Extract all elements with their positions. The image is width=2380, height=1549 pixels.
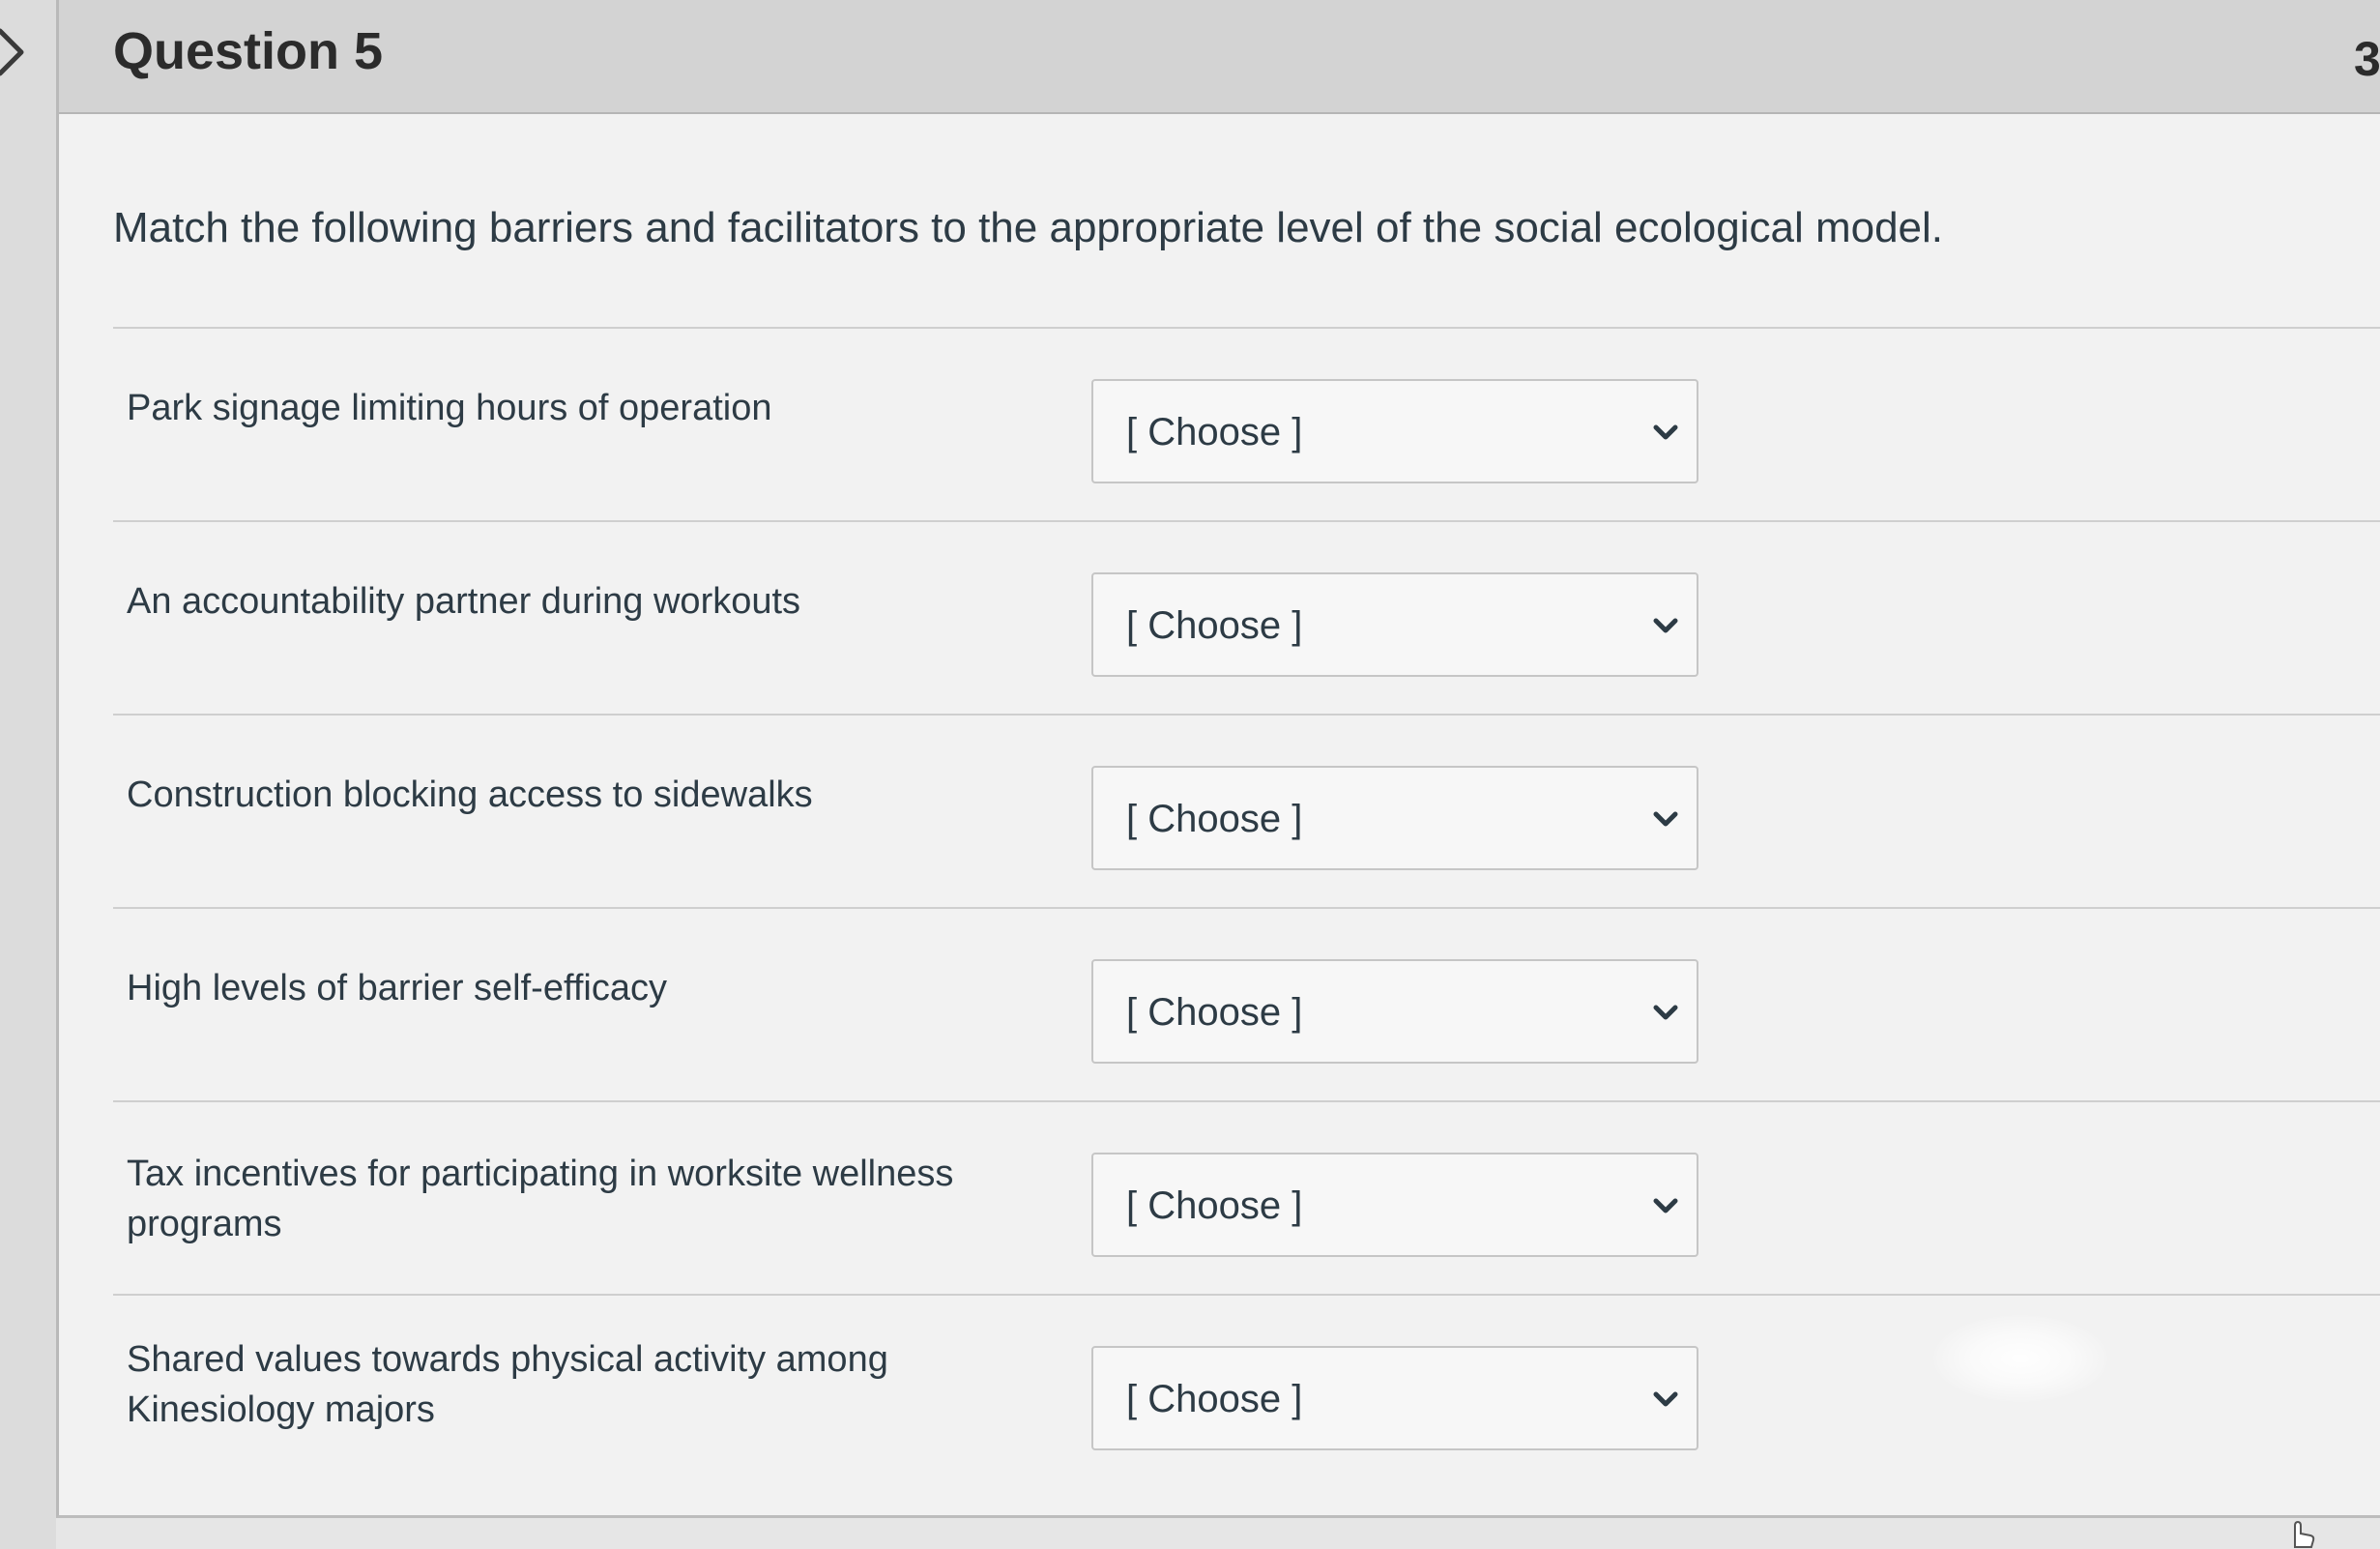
chevron-down-icon xyxy=(1653,811,1678,827)
select-value: [ Choose ] xyxy=(1126,604,1303,647)
answer-select[interactable]: [ Choose ] xyxy=(1091,379,1698,483)
answer-row: An accountability partner during workout… xyxy=(113,522,2380,716)
answer-row: Park signage limiting hours of operation… xyxy=(113,329,2380,522)
chevron-down-icon xyxy=(1653,1198,1678,1213)
select-value: [ Choose ] xyxy=(1126,411,1303,453)
question-points: 3 xyxy=(2354,32,2380,86)
answer-label: Shared values towards physical activity … xyxy=(127,1339,888,1430)
answer-row: Construction blocking access to sidewalk… xyxy=(113,716,2380,909)
hand-pointer-icon xyxy=(2294,1520,2315,1548)
answer-select[interactable]: [ Choose ] xyxy=(1091,572,1698,677)
answer-select[interactable]: [ Choose ] xyxy=(1091,1346,1698,1450)
chevron-down-icon xyxy=(1653,618,1678,633)
answer-row: Tax incentives for participating in work… xyxy=(113,1102,2380,1296)
answer-select[interactable]: [ Choose ] xyxy=(1091,766,1698,870)
chevron-down-icon xyxy=(1653,1005,1678,1020)
answer-label: Tax incentives for participating in work… xyxy=(127,1154,954,1244)
answer-label: High levels of barrier self-efficacy xyxy=(127,968,667,1008)
answer-row: High levels of barrier self-efficacy [ C… xyxy=(113,909,2380,1102)
question-title: Question 5 xyxy=(113,22,384,80)
answer-select[interactable]: [ Choose ] xyxy=(1091,1153,1698,1257)
chevron-down-icon xyxy=(1653,424,1678,440)
select-value: [ Choose ] xyxy=(1126,798,1303,840)
question-prompt: Match the following barriers and facilit… xyxy=(113,204,1944,251)
answer-label: Construction blocking access to sidewalk… xyxy=(127,774,813,815)
left-gutter xyxy=(0,0,56,1549)
select-value: [ Choose ] xyxy=(1126,1378,1303,1420)
answer-select[interactable]: [ Choose ] xyxy=(1091,959,1698,1064)
question-header: Question 5 3 xyxy=(59,0,2380,114)
answer-label: Park signage limiting hours of operation xyxy=(127,388,772,428)
chevron-down-icon xyxy=(1653,1391,1678,1407)
chevron-right-icon[interactable] xyxy=(0,21,33,83)
answer-label: An accountability partner during workout… xyxy=(127,581,801,622)
select-value: [ Choose ] xyxy=(1126,1184,1303,1227)
screen-glare xyxy=(1933,1315,2107,1402)
select-value: [ Choose ] xyxy=(1126,991,1303,1034)
question-card: Question 5 3 Match the following barrier… xyxy=(56,0,2380,1518)
